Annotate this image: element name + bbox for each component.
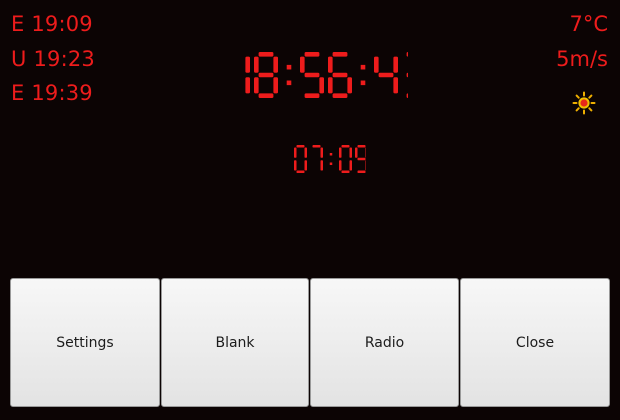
- close-button[interactable]: Close: [460, 278, 610, 407]
- segment-b: [349, 147, 352, 158]
- colon-dot: [329, 152, 333, 156]
- segment-b: [393, 56, 398, 73]
- segment-f: [254, 56, 259, 73]
- segment-c: [349, 160, 352, 171]
- segment-d: [296, 170, 305, 173]
- segment-a: [357, 145, 366, 148]
- segment-b: [245, 56, 250, 73]
- segment-c: [304, 160, 307, 171]
- colon-dot: [286, 80, 292, 86]
- segment-f: [339, 147, 342, 158]
- departure-time-2: U 19:23: [11, 47, 95, 71]
- segment-a: [258, 52, 274, 57]
- segment-c: [319, 77, 324, 94]
- segment-b: [320, 147, 323, 158]
- segment-d: [332, 93, 348, 98]
- segment-a: [341, 145, 350, 148]
- segment-c: [320, 160, 323, 171]
- segment-e: [328, 77, 333, 94]
- segment-g: [357, 157, 366, 161]
- temperature-readout: 7°C: [569, 12, 608, 36]
- digit-0: [294, 145, 307, 173]
- segment-b: [304, 147, 307, 158]
- segment-f: [328, 56, 333, 73]
- colon-dot: [286, 64, 292, 70]
- segment-e: [254, 77, 259, 94]
- segment-c: [245, 77, 250, 94]
- digit-0: [245, 56, 250, 94]
- segment-c: [365, 160, 366, 171]
- segment-c: [393, 77, 398, 94]
- button-bar: Settings Blank Radio Close: [10, 278, 610, 409]
- segment-f: [294, 147, 297, 158]
- colon-dot: [360, 80, 366, 86]
- digit-1: [254, 52, 278, 98]
- departure-time-3: E 19:39: [11, 81, 93, 105]
- digit-2: [300, 52, 324, 98]
- segment-b: [273, 56, 278, 73]
- segment-f: [374, 56, 379, 73]
- segment-b: [365, 147, 366, 158]
- main-clock-display: [245, 52, 408, 98]
- digit-3: [328, 52, 352, 98]
- segment-f: [300, 56, 305, 73]
- segment-g: [304, 72, 320, 78]
- segment-a: [332, 52, 348, 57]
- segment-e: [339, 160, 342, 171]
- segment-a: [304, 52, 320, 57]
- segment-a: [406, 52, 408, 57]
- segment-d: [341, 170, 350, 173]
- segment-a: [296, 145, 305, 148]
- digit-2: [339, 145, 352, 173]
- segment-g: [378, 72, 394, 78]
- clock-display-screen: E 19:09 U 19:23 E 19:39 7°C 5m/s Setting…: [0, 0, 620, 420]
- segment-d: [304, 93, 320, 98]
- blank-button[interactable]: Blank: [161, 278, 309, 407]
- digit-1: [312, 145, 323, 171]
- radio-button[interactable]: Radio: [310, 278, 459, 407]
- segment-d: [258, 93, 274, 98]
- wind-speed-readout: 5m/s: [556, 47, 608, 71]
- alarm-time-display: [294, 145, 366, 173]
- segment-a: [312, 145, 321, 148]
- segment-c: [347, 77, 352, 94]
- digit-3: [355, 145, 366, 173]
- departure-time-1: E 19:09: [11, 12, 93, 36]
- segment-c: [273, 77, 278, 94]
- segment-f: [355, 147, 358, 158]
- segment-g: [406, 72, 408, 78]
- segment-d: [357, 170, 366, 173]
- colon-dot: [329, 162, 333, 166]
- colon-dot: [360, 64, 366, 70]
- segment-e: [294, 160, 297, 171]
- sun-icon: [572, 91, 596, 115]
- digit-4: [374, 56, 398, 94]
- segment-d: [406, 93, 408, 98]
- segment-g: [332, 72, 348, 78]
- settings-button[interactable]: Settings: [10, 278, 160, 407]
- segment-g: [258, 72, 274, 78]
- digit-5: [406, 52, 408, 98]
